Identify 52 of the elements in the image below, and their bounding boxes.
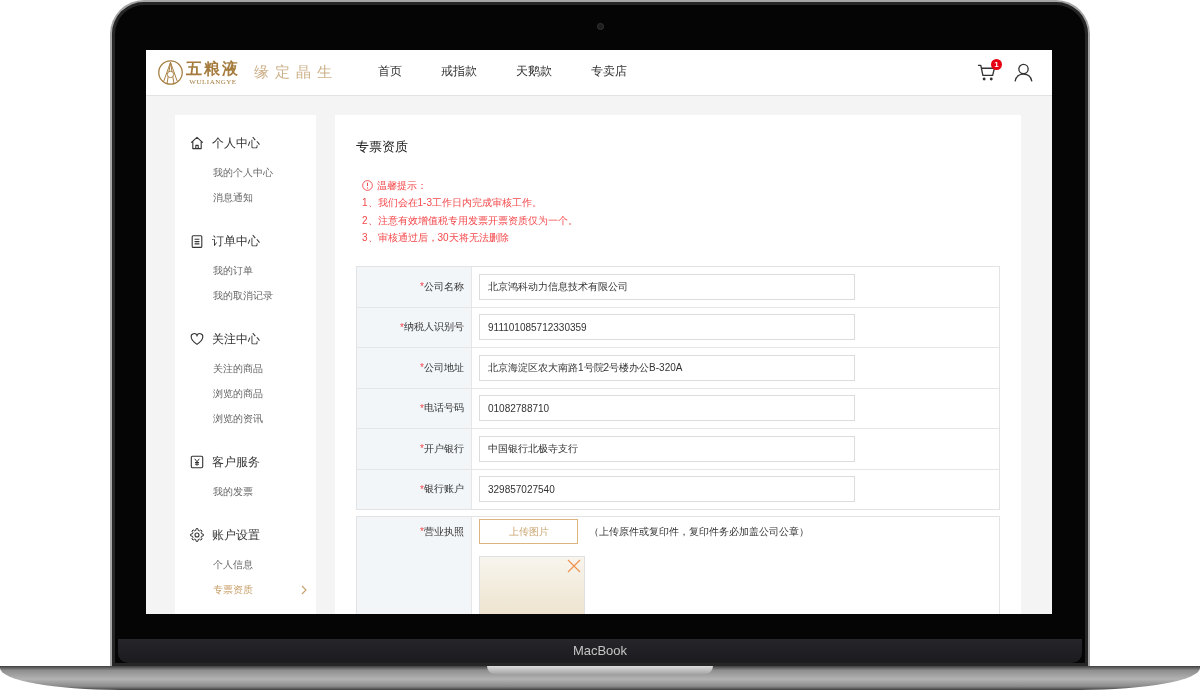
nav-link[interactable]: 首页	[378, 63, 402, 79]
sidebar-group-title: 关注中心	[212, 331, 260, 347]
chevron-icon	[301, 584, 307, 595]
field-label: *公司名称	[357, 267, 472, 307]
field-label: *银行账户	[357, 469, 472, 509]
alert-icon	[362, 179, 373, 191]
sidebar-item[interactable]: 浏览的商品	[213, 381, 263, 406]
input-field[interactable]: 中国银行北极寺支行	[479, 435, 855, 462]
input-field[interactable]: 329857027540	[479, 476, 855, 503]
clipboard-icon	[190, 234, 204, 248]
brand-name: 五粮液	[186, 59, 240, 78]
nav-link[interactable]: 天鹅款	[516, 63, 552, 79]
sidebar-group-title: 个人中心	[212, 135, 260, 151]
field-label: *纳税人识别号	[357, 307, 472, 347]
home-icon	[190, 136, 204, 150]
upload-hint: （上传原件或复印件，复印件务必加盖公司公章）	[589, 524, 809, 539]
sidebar-item[interactable]: 我的取消记录	[213, 283, 273, 308]
device-label: MacBook	[572, 643, 628, 659]
nav-link[interactable]: 专卖店	[591, 63, 627, 79]
sidebar-item[interactable]: 我的发票	[213, 479, 253, 504]
input-field[interactable]: 01082788710	[479, 395, 855, 422]
notice-text: 1、我们会在1-3工作日内完成审核工作。	[362, 196, 542, 210]
page-title: 专票资质	[356, 138, 408, 156]
heart-icon	[190, 332, 204, 346]
cart-count-badge: 1	[991, 59, 1002, 70]
input-field[interactable]: 北京海淀区农大南路1号院2号楼办公B-320A	[479, 354, 855, 381]
sidebar-item[interactable]: 关注的商品	[213, 356, 263, 381]
user-icon[interactable]	[1014, 63, 1033, 82]
field-label: *开户银行	[357, 429, 472, 469]
brand-slogan: 缘定晶生	[254, 63, 338, 82]
sidebar-item[interactable]: 我的个人中心	[213, 160, 273, 185]
notice-heading: 温馨提示：	[377, 178, 427, 193]
camera-icon	[596, 22, 604, 30]
input-field[interactable]: 911101085712330359	[479, 314, 855, 341]
sidebar-item[interactable]: 消息通知	[213, 185, 253, 210]
logo-emblem-icon	[158, 60, 183, 85]
notice-text: 3、审核通过后，30天将无法删除	[362, 231, 509, 245]
input-field[interactable]: 北京鸿科动力信息技术有限公司	[479, 273, 855, 300]
yen-icon	[190, 455, 204, 469]
field-label: *公司地址	[357, 348, 472, 388]
sidebar-group-title: 订单中心	[212, 233, 260, 249]
sidebar-item[interactable]: 浏览的资讯	[213, 406, 263, 431]
field-label: *营业执照	[357, 517, 472, 614]
cart-icon[interactable]	[977, 63, 996, 82]
gear-icon	[190, 528, 204, 542]
field-label: *电话号码	[357, 388, 472, 428]
notice-text: 2、注意有效增值税专用发票开票资质仅为一个。	[362, 213, 578, 228]
sidebar-group-title: 客户服务	[212, 454, 260, 470]
sidebar-group-title: 账户设置	[212, 527, 260, 543]
sidebar-item[interactable]: 我的订单	[213, 258, 253, 283]
sidebar-item[interactable]: 个人信息	[213, 552, 253, 577]
nav-link[interactable]: 戒指款	[441, 63, 477, 79]
